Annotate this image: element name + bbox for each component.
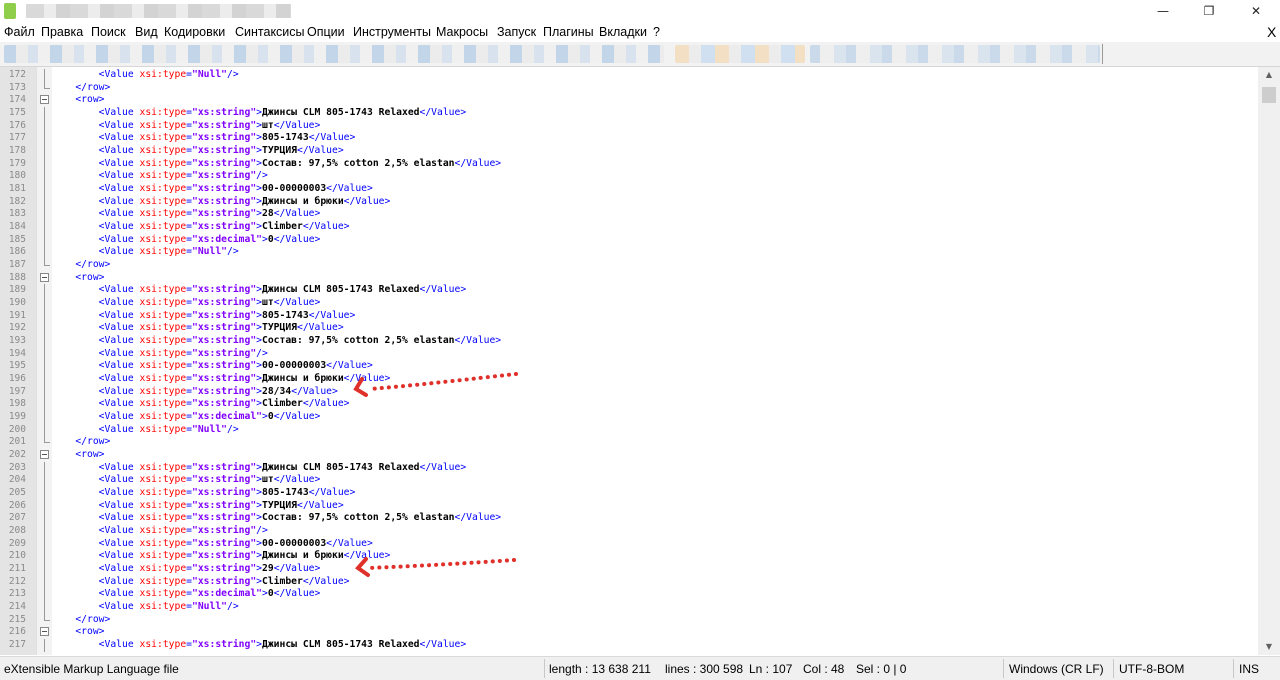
status-encoding: UTF-8-BOM xyxy=(1119,662,1185,676)
menu-plugins[interactable]: Плагины xyxy=(543,25,594,39)
status-divider xyxy=(1113,659,1114,678)
close-document-icon[interactable]: X xyxy=(1267,24,1276,40)
menu-search[interactable]: Поиск xyxy=(91,25,126,39)
menu-view[interactable]: Вид xyxy=(135,25,158,39)
toolbar xyxy=(0,42,1280,67)
status-length: length : 13 638 211 xyxy=(549,662,651,676)
toolbar-icons-blurred[interactable] xyxy=(4,45,664,63)
menu-encoding[interactable]: Кодировки xyxy=(164,25,225,39)
status-selection: Sel : 0 | 0 xyxy=(856,662,907,676)
menu-bar: Файл Правка Поиск Вид Кодировки Синтакси… xyxy=(0,23,1280,42)
menu-macros[interactable]: Макросы xyxy=(436,25,488,39)
menu-tabs[interactable]: Вкладки xyxy=(599,25,647,39)
toolbar-divider xyxy=(1102,44,1103,64)
arrow-head-1 xyxy=(353,377,368,397)
status-divider xyxy=(1233,659,1234,678)
annotation-arrows xyxy=(353,372,518,577)
arrow-annotation-2 xyxy=(366,558,516,570)
status-divider xyxy=(1003,659,1004,678)
toolbar-icons-blurred-3[interactable] xyxy=(810,45,1100,63)
title-bar: — ❐ ✕ xyxy=(0,0,1280,22)
editor-pane[interactable]: 172 <Value xsi:type="Null"/> 173 </row> 17… xyxy=(0,67,1280,655)
scroll-down-icon[interactable]: ▼ xyxy=(1258,639,1280,655)
menu-tools[interactable]: Инструменты xyxy=(353,25,431,39)
menu-help[interactable]: ? xyxy=(653,25,660,39)
minimize-button[interactable]: — xyxy=(1140,0,1186,22)
status-column: Col : 48 xyxy=(803,662,845,676)
menu-file[interactable]: Файл xyxy=(4,25,35,39)
menu-edit[interactable]: Правка xyxy=(41,25,83,39)
status-insert-mode: INS xyxy=(1239,662,1260,676)
menu-run[interactable]: Запуск xyxy=(497,25,536,39)
menu-options[interactable]: Опции xyxy=(307,25,345,39)
status-lines: lines : 300 598 xyxy=(665,662,744,676)
maximize-button[interactable]: ❐ xyxy=(1186,0,1232,22)
status-file-type: eXtensible Markup Language file xyxy=(4,662,179,676)
menu-syntax[interactable]: Синтаксисы xyxy=(235,25,305,39)
status-divider xyxy=(544,659,545,678)
window-title-blurred xyxy=(26,4,291,18)
arrow-annotation-1 xyxy=(368,372,518,391)
notepad-icon xyxy=(4,3,16,19)
arrow-head-2 xyxy=(355,557,370,577)
scroll-thumb[interactable] xyxy=(1262,87,1276,103)
status-bar: eXtensible Markup Language file length :… xyxy=(0,656,1280,680)
close-button[interactable]: ✕ xyxy=(1233,0,1279,22)
vertical-scrollbar[interactable]: ▲ ▼ xyxy=(1258,67,1280,655)
status-line-number: Ln : 107 xyxy=(749,662,793,676)
toolbar-icons-blurred-2[interactable] xyxy=(675,45,805,63)
scroll-up-icon[interactable]: ▲ xyxy=(1258,67,1280,83)
status-eol: Windows (CR LF) xyxy=(1009,662,1104,676)
